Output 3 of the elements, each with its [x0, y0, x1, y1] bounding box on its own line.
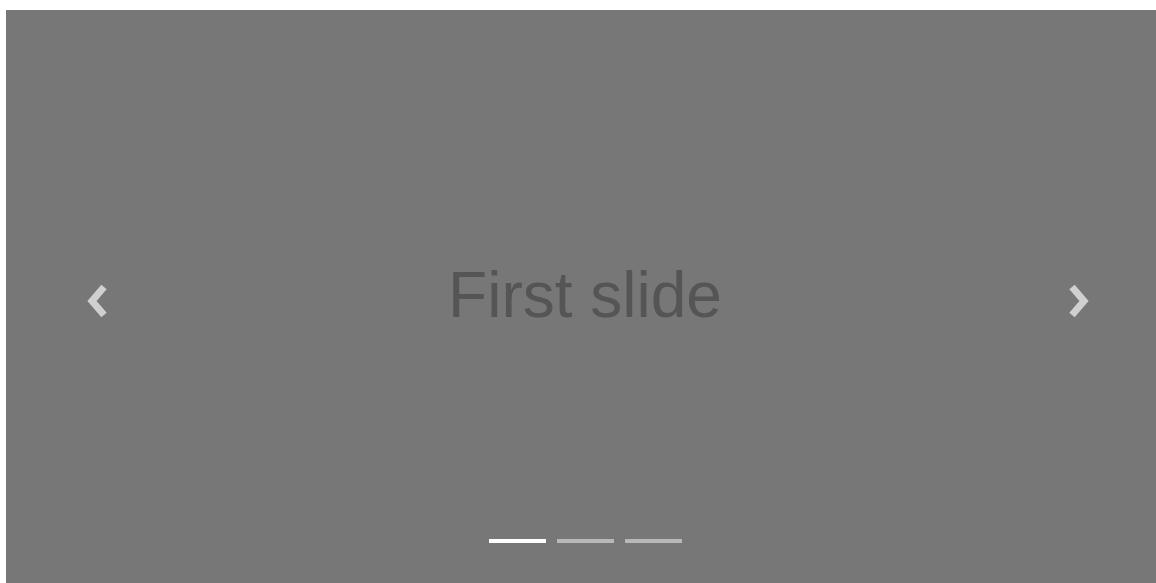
- slide-indicator[interactable]: [624, 539, 682, 543]
- slide-indicator[interactable]: [556, 539, 614, 543]
- slide-indicator[interactable]: [488, 539, 546, 543]
